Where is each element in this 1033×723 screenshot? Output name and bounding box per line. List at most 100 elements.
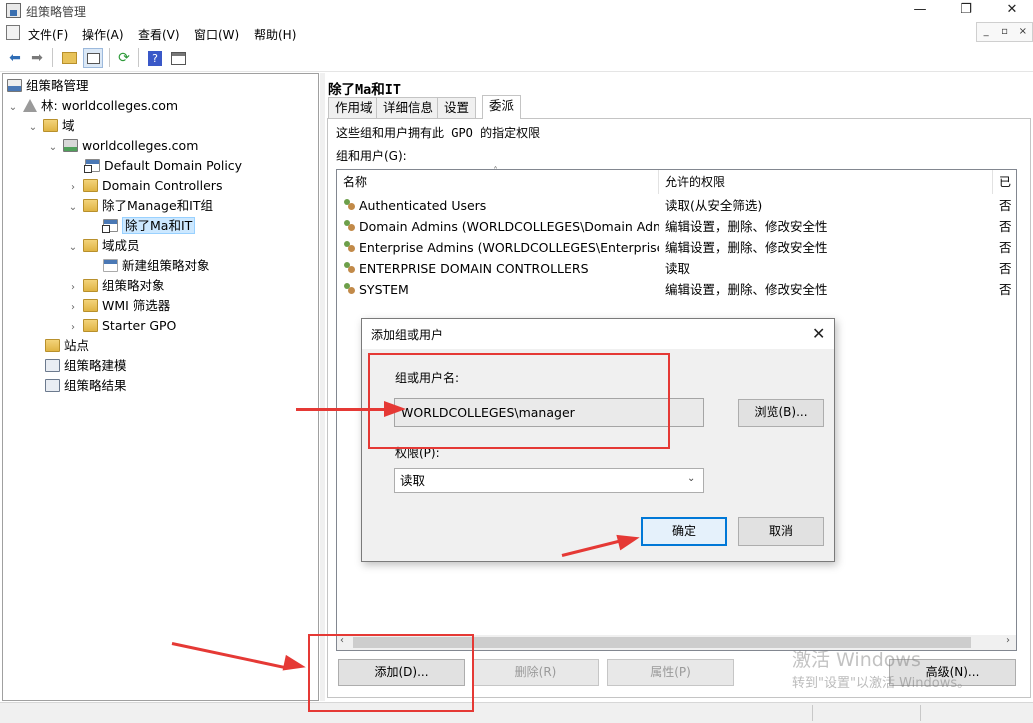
user-group-icon (343, 220, 356, 232)
tree-node-ou-link[interactable]: 除了Ma和IT (102, 216, 196, 236)
annotation-box-username (368, 353, 670, 449)
tree-node-forest[interactable]: ⌄ 林: worldcolleges.com (7, 96, 178, 116)
column-header-name[interactable]: 名称 (337, 170, 659, 194)
delegation-description: 这些组和用户拥有此 GPO 的指定权限 (336, 126, 541, 140)
tree-node-gpo-objects[interactable]: › 组策略对象 (67, 276, 165, 296)
gpo-icon (103, 259, 118, 272)
ou-folder-icon (82, 199, 98, 212)
table-row[interactable]: ENTERPRISE DOMAIN CONTROLLERS 读取 否 (337, 258, 1016, 279)
cancel-button[interactable]: 取消 (738, 517, 824, 546)
refresh-icon[interactable]: ⟳ (114, 48, 134, 68)
minimize-button[interactable]: — (897, 0, 943, 22)
row-permission: 读取 (665, 261, 691, 276)
help-icon[interactable]: ? (145, 48, 165, 68)
row-inherited: 否 (999, 219, 1012, 234)
user-group-icon (343, 241, 356, 253)
chevron-down-icon[interactable]: ⌄ (47, 138, 59, 158)
table-row[interactable]: Authenticated Users 读取(从安全筛选) 否 (337, 195, 1016, 216)
tree-node-default-policy[interactable]: Default Domain Policy (84, 156, 243, 176)
properties-button[interactable]: 属性(P) (607, 659, 734, 686)
dialog-close-icon[interactable]: ✕ (812, 324, 825, 343)
menu-file[interactable]: 文件(F) (28, 26, 68, 43)
maximize-button[interactable]: ❐ (943, 0, 989, 22)
column-header-permissions[interactable]: 允许的权限 (659, 170, 993, 194)
ok-button[interactable]: 确定 (641, 517, 727, 546)
tree-node-domain[interactable]: ⌄ worldcolleges.com (47, 136, 199, 158)
table-row[interactable]: SYSTEM 编辑设置，删除、修改安全性 否 (337, 279, 1016, 300)
tab-details[interactable]: 详细信息 (376, 97, 441, 118)
scroll-right-icon[interactable]: › (1006, 635, 1010, 646)
tree-node-results[interactable]: 组策略结果 (45, 376, 127, 396)
gpo-link-icon (84, 159, 100, 173)
tree-label: 组策略对象 (101, 278, 165, 293)
chevron-down-icon[interactable]: ⌄ (687, 473, 695, 484)
annotation-box-add (308, 634, 474, 712)
tree-node-sites[interactable]: 站点 (45, 336, 89, 356)
activation-watermark: 激活 Windows (792, 649, 921, 671)
chevron-down-icon[interactable]: ⌄ (67, 238, 79, 258)
table-row[interactable]: Enterprise Admins (WORLDCOLLEGES\Enterpr… (337, 237, 1016, 258)
menu-action[interactable]: 操作(A) (82, 26, 124, 43)
tree-label: 组策略结果 (64, 378, 127, 393)
tree-node-domains[interactable]: ⌄ 域 (27, 116, 75, 136)
tree-label: Starter GPO (101, 318, 177, 333)
chevron-down-icon[interactable]: ⌄ (7, 98, 19, 118)
console-tree: 组策略管理 ⌄ 林: worldcolleges.com ⌄ 域 ⌄ world… (2, 73, 319, 701)
folder-icon (82, 319, 98, 332)
tree-node-members[interactable]: ⌄ 域成员 (67, 236, 140, 256)
mdi-minimize-button[interactable]: _ (977, 23, 995, 41)
tree-label: worldcolleges.com (81, 138, 199, 153)
sites-icon (45, 339, 60, 352)
row-name: ENTERPRISE DOMAIN CONTROLLERS (359, 261, 589, 276)
tab-delegation[interactable]: 委派 (482, 95, 522, 119)
chevron-right-icon[interactable]: › (67, 178, 79, 198)
tree-label: Domain Controllers (101, 178, 223, 193)
menu-window[interactable]: 窗口(W) (194, 26, 239, 43)
tab-settings[interactable]: 设置 (437, 97, 477, 118)
gpmc-app-icon (6, 3, 21, 18)
permission-select[interactable]: 读取 (394, 468, 704, 493)
tree-label: Default Domain Policy (104, 158, 243, 173)
table-row[interactable]: Domain Admins (WORLDCOLLEGES\Domain Adm.… (337, 216, 1016, 237)
remove-button[interactable]: 删除(R) (472, 659, 599, 686)
sort-up-icon: ˄ (493, 166, 498, 177)
up-folder-icon[interactable] (59, 48, 79, 68)
tree-node-starter[interactable]: › Starter GPO (67, 316, 176, 336)
forest-icon (22, 99, 37, 112)
ou-folder-icon (82, 239, 98, 252)
annotation-arrow-head (384, 401, 406, 417)
domain-icon (62, 139, 78, 152)
show-tree-icon[interactable] (83, 48, 103, 68)
chevron-down-icon[interactable]: ⌄ (67, 198, 79, 218)
chevron-right-icon[interactable]: › (67, 278, 79, 298)
modeling-icon (45, 359, 60, 372)
properties-icon[interactable] (168, 48, 188, 68)
user-group-icon (343, 199, 356, 211)
menu-help[interactable]: 帮助(H) (254, 26, 296, 43)
status-separator (812, 705, 813, 721)
mdi-restore-button[interactable]: ▫ (995, 23, 1013, 41)
menu-view[interactable]: 查看(V) (138, 26, 180, 43)
tree-node-wmi[interactable]: › WMI 筛选器 (67, 296, 170, 316)
toolbar-separator (138, 48, 139, 67)
back-icon[interactable]: ⬅ (5, 48, 25, 68)
folder-icon (82, 299, 98, 312)
tree-node-modeling[interactable]: 组策略建模 (45, 356, 127, 376)
tree-node-new-gpo[interactable]: 新建组策略对象 (103, 256, 210, 276)
close-button[interactable]: ✕ (989, 0, 1033, 22)
tree-label: 域 (61, 118, 75, 133)
tree-label: 域成员 (101, 238, 140, 253)
browse-button[interactable]: 浏览(B)... (738, 399, 824, 427)
tab-scope[interactable]: 作用域 (328, 97, 380, 118)
tree-node-ou[interactable]: ⌄ 除了Manage和IT组 (67, 196, 213, 216)
row-permission: 编辑设置，删除、修改安全性 (665, 240, 828, 255)
chevron-right-icon[interactable]: › (67, 298, 79, 318)
chevron-down-icon[interactable]: ⌄ (27, 118, 39, 138)
tree-label: WMI 筛选器 (101, 298, 171, 313)
tree-node-domain-controllers[interactable]: › Domain Controllers (67, 176, 222, 196)
column-header-inherited[interactable]: 已继 (993, 170, 1016, 194)
tree-node-root[interactable]: 组策略管理 (7, 76, 89, 96)
forward-icon[interactable]: ➡ (27, 48, 47, 68)
mdi-close-button[interactable]: × (1014, 23, 1032, 41)
chevron-right-icon[interactable]: › (67, 318, 79, 338)
